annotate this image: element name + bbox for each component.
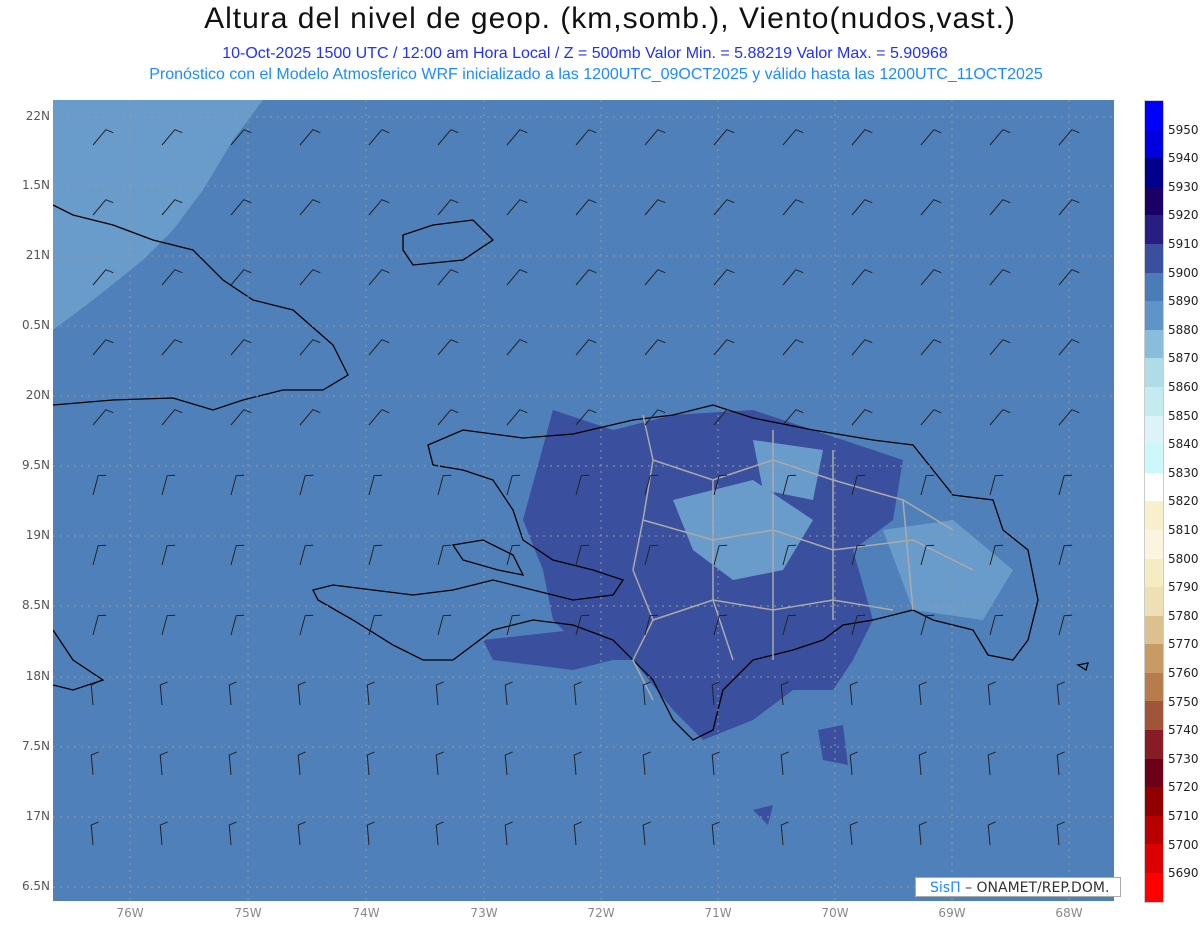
lat-label: 20N — [25, 388, 50, 402]
colorbar-bin — [1145, 615, 1163, 645]
map-canvas — [53, 100, 1114, 901]
colorbar-bin — [1145, 787, 1163, 816]
lon-label: 69W — [938, 906, 966, 920]
lon-label: 76W — [116, 906, 144, 920]
colorbar-bin — [1145, 558, 1163, 588]
colorbar-label: 5850 — [1168, 408, 1199, 423]
lat-label: 17N — [25, 809, 50, 823]
colorbar-bin — [1145, 873, 1163, 902]
colorbar-bin — [1145, 129, 1163, 159]
colorbar-bin — [1145, 501, 1163, 530]
colorbar-label: 5820 — [1168, 494, 1199, 509]
colorbar-label: 5720 — [1168, 780, 1199, 795]
colorbar-bin — [1145, 386, 1163, 416]
colorbar-label: 5890 — [1168, 294, 1199, 309]
lon-label: 68W — [1055, 906, 1083, 920]
colorbar-bin — [1145, 158, 1163, 187]
colorbar-bin — [1145, 529, 1163, 559]
logo-org: – ONAMET/REP.DOM. — [965, 880, 1110, 896]
lat-label: 7.5N — [21, 739, 50, 753]
lat-label: 19N — [25, 528, 50, 542]
colorbar-bin — [1145, 672, 1163, 702]
map-subtitle: 10-Oct-2025 1500 UTC / 12:00 am Hora Loc… — [222, 45, 948, 62]
colorbar-label: 5940 — [1168, 151, 1199, 166]
colorbar-bin — [1145, 272, 1163, 302]
colorbar-bin — [1145, 587, 1163, 616]
lat-label: 22N — [25, 109, 50, 123]
lon-label: 71W — [704, 906, 732, 920]
lon-label: 73W — [470, 906, 498, 920]
colorbar-bin — [1145, 730, 1163, 759]
colorbar-bin — [1145, 844, 1163, 874]
map-title: Altura del nivel de geop. (km,somb.), Vi… — [204, 2, 1016, 35]
colorbar-label: 5900 — [1168, 265, 1199, 280]
lon-label: 72W — [587, 906, 615, 920]
lon-label: 70W — [821, 906, 849, 920]
colorbar-bin — [1145, 644, 1163, 673]
colorbar-label: 5870 — [1168, 351, 1199, 366]
colorbar — [1144, 100, 1164, 903]
colorbar-label: 5860 — [1168, 380, 1199, 394]
colorbar-bin — [1145, 329, 1163, 359]
colorbar-label: 5810 — [1168, 523, 1199, 537]
colorbar-bin — [1145, 186, 1163, 216]
colorbar-bin — [1145, 701, 1163, 731]
colorbar-bin — [1145, 815, 1163, 845]
colorbar-bin — [1145, 215, 1163, 244]
colorbar-label: 5880 — [1168, 322, 1199, 337]
logo-brand: SisΠ — [930, 880, 961, 896]
colorbar-bin — [1145, 415, 1163, 445]
colorbar-label: 5710 — [1168, 809, 1199, 823]
colorbar-label: 5830 — [1168, 465, 1199, 480]
colorbar-label: 5910 — [1168, 237, 1199, 251]
colorbar-label: 5800 — [1168, 551, 1199, 566]
colorbar-label: 5700 — [1168, 837, 1199, 852]
lat-label: 21N — [25, 248, 50, 262]
colorbar-label: 5840 — [1168, 437, 1199, 452]
colorbar-bin — [1145, 101, 1163, 130]
colorbar-label: 5740 — [1168, 723, 1199, 738]
colorbar-bin — [1145, 758, 1163, 788]
colorbar-bin — [1145, 444, 1163, 473]
lat-label: 0.5N — [21, 318, 50, 332]
lat-label: 6.5N — [21, 879, 50, 893]
colorbar-label: 5790 — [1168, 580, 1199, 595]
colorbar-bin — [1145, 301, 1163, 330]
colorbar-bin — [1145, 472, 1163, 502]
colorbar-label: 5770 — [1168, 637, 1199, 652]
colorbar-label: 5920 — [1168, 208, 1199, 223]
lat-label: 18N — [25, 669, 50, 683]
lat-label: 1.5N — [21, 178, 50, 192]
colorbar-bin — [1145, 243, 1163, 273]
model-info: Pronóstico con el Modelo Atmosferico WRF… — [149, 66, 1043, 83]
colorbar-bin — [1145, 358, 1163, 387]
colorbar-label: 5760 — [1168, 666, 1199, 680]
colorbar-label: 5750 — [1168, 694, 1199, 709]
colorbar-label: 5690 — [1168, 866, 1199, 881]
logo-box: SisΠ – ONAMET/REP.DOM. — [915, 877, 1121, 897]
lat-label: 8.5N — [21, 598, 50, 612]
lon-label: 75W — [234, 906, 262, 920]
lon-label: 74W — [352, 906, 380, 920]
colorbar-label: 5730 — [1168, 751, 1199, 766]
lat-label: 9.5N — [21, 458, 50, 472]
colorbar-label: 5930 — [1168, 179, 1199, 194]
colorbar-label: 5780 — [1168, 608, 1199, 623]
colorbar-label: 5950 — [1168, 122, 1199, 137]
